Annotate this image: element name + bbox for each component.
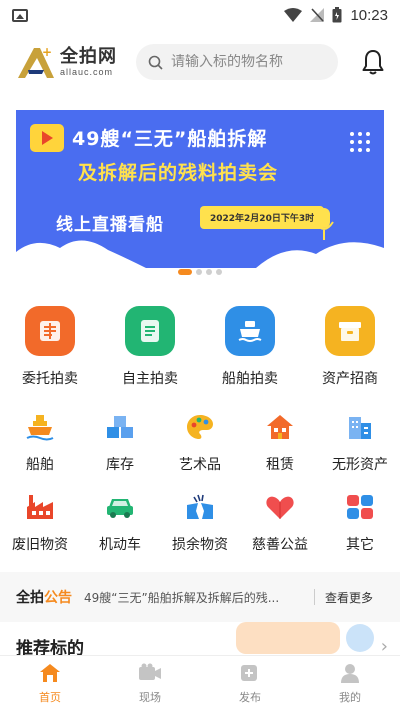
subcategory-label: 慈善公益 (252, 537, 308, 553)
subcategory-inventory[interactable]: 库存 (80, 410, 160, 474)
publish-icon (238, 662, 262, 684)
main-category-row: 委托拍卖 自主拍卖 船舶拍卖 资产招商 (0, 306, 400, 388)
category-label: 自主拍卖 (122, 371, 178, 387)
banner-title-line2: 及拆解后的残料拍卖会 (78, 162, 279, 184)
grid-icon (343, 490, 377, 524)
ship-icon (225, 306, 275, 356)
app-header: + 全拍网 allauc.com (0, 40, 400, 84)
promo-banner[interactable]: 49艘“三无”船舶拆解 及拆解后的残料拍卖会 线上直播看船 2022年2月20日… (16, 110, 384, 268)
tab-live[interactable]: 现场 (100, 656, 200, 711)
tab-publish[interactable]: 发布 (200, 656, 300, 711)
ship-small-icon (23, 410, 57, 444)
banner-title-line1: 49艘“三无”船舶拆解 (72, 128, 268, 150)
category-label: 船舶拍卖 (222, 371, 278, 387)
pager-dot[interactable] (206, 269, 212, 275)
divider (314, 589, 315, 605)
wifi-icon (284, 8, 303, 22)
category-ship-auction[interactable]: 船舶拍卖 (200, 306, 300, 388)
subcategory-label: 损余物资 (172, 537, 228, 553)
category-asset-invest[interactable]: 资产招商 (300, 306, 400, 388)
factory-icon (23, 490, 57, 524)
tab-label: 发布 (239, 691, 261, 704)
subcategory-charity[interactable]: 慈善公益 (240, 490, 320, 554)
status-time: 10:23 (350, 6, 388, 24)
notification-button[interactable] (360, 47, 386, 77)
building-icon (343, 410, 377, 444)
subcategory-label: 租赁 (266, 457, 294, 473)
sub-category-row-2: 废旧物资 机动车 损余物资 慈善公益 其它 (0, 490, 400, 554)
subcategory-label: 无形资产 (332, 457, 388, 473)
subcategory-label: 废旧物资 (12, 537, 68, 553)
subcategory-ship[interactable]: 船舶 (0, 410, 80, 474)
subcategory-damaged[interactable]: 损余物资 (160, 490, 240, 554)
house-icon (263, 410, 297, 444)
delegate-icon (25, 306, 75, 356)
document-icon (125, 306, 175, 356)
inventory-icon (103, 410, 137, 444)
subcategory-lease[interactable]: 租赁 (240, 410, 320, 474)
pager-dot[interactable] (216, 269, 222, 275)
subcategory-scrap[interactable]: 废旧物资 (0, 490, 80, 554)
search-bar[interactable] (136, 44, 338, 80)
tab-mine[interactable]: 我的 (300, 656, 400, 711)
category-label: 资产招商 (322, 371, 378, 387)
status-icons: 10:23 (284, 7, 388, 24)
battery-icon (332, 7, 342, 23)
image-notification-icon (12, 8, 28, 22)
subcategory-label: 库存 (106, 457, 134, 473)
bottom-tab-bar: 首页 现场 发布 我的 (0, 655, 400, 711)
announcement-bar[interactable]: 全拍 公告 49艘“三无”船舶拆解及拆解后的残... 查看更多 (0, 572, 400, 622)
subcategory-label: 其它 (346, 537, 374, 553)
user-icon (338, 662, 362, 684)
announcement-text[interactable]: 49艘“三无”船舶拆解及拆解后的残... (84, 589, 306, 606)
search-icon (148, 55, 163, 70)
palette-icon (183, 410, 217, 444)
subcategory-label: 艺术品 (179, 457, 221, 473)
play-icon (30, 124, 64, 152)
dots-grid-icon (350, 132, 370, 152)
logo-mark-icon: + (18, 45, 54, 78)
app-logo[interactable]: + 全拍网 allauc.com (16, 44, 126, 80)
broken-icon (183, 490, 217, 524)
home-icon (38, 662, 62, 684)
subcategory-intangible[interactable]: 无形资产 (320, 410, 400, 474)
subcategory-label: 机动车 (99, 537, 141, 553)
sub-category-row-1: 船舶 库存 艺术品 租赁 无形资产 (0, 410, 400, 474)
category-delegate-auction[interactable]: 委托拍卖 (0, 306, 100, 388)
bell-icon (362, 50, 384, 75)
pager-dot[interactable] (196, 269, 202, 275)
no-signal-icon (310, 8, 325, 22)
banner-date-badge: 2022年2月20日下午3时 (200, 206, 325, 229)
search-input[interactable] (171, 54, 331, 70)
svg-text:+: + (42, 45, 52, 59)
logo-domain: allauc.com (60, 67, 114, 77)
category-self-auction[interactable]: 自主拍卖 (100, 306, 200, 388)
pager-dot-active[interactable] (178, 269, 192, 275)
status-bar: 10:23 (0, 0, 400, 30)
camera-icon (138, 662, 162, 684)
box-icon (325, 306, 375, 356)
announcement-brand: 全拍 (16, 590, 44, 606)
logo-name: 全拍网 (60, 46, 117, 67)
charity-icon (263, 490, 297, 524)
category-label: 委托拍卖 (22, 371, 78, 387)
subcategory-label: 船舶 (26, 457, 54, 473)
tab-home[interactable]: 首页 (0, 656, 100, 711)
subcategory-art[interactable]: 艺术品 (160, 410, 240, 474)
view-more-link[interactable]: 查看更多 (325, 589, 373, 606)
tab-label: 首页 (39, 691, 61, 704)
car-icon (103, 490, 137, 524)
banner-clouds (16, 240, 384, 268)
tab-label: 我的 (339, 691, 361, 704)
tab-label: 现场 (139, 691, 161, 704)
watermark-logo (236, 622, 374, 654)
banner-pager (0, 269, 400, 275)
subcategory-other[interactable]: 其它 (320, 490, 400, 554)
subcategory-vehicle[interactable]: 机动车 (80, 490, 160, 554)
announcement-tag: 公告 (44, 590, 72, 606)
